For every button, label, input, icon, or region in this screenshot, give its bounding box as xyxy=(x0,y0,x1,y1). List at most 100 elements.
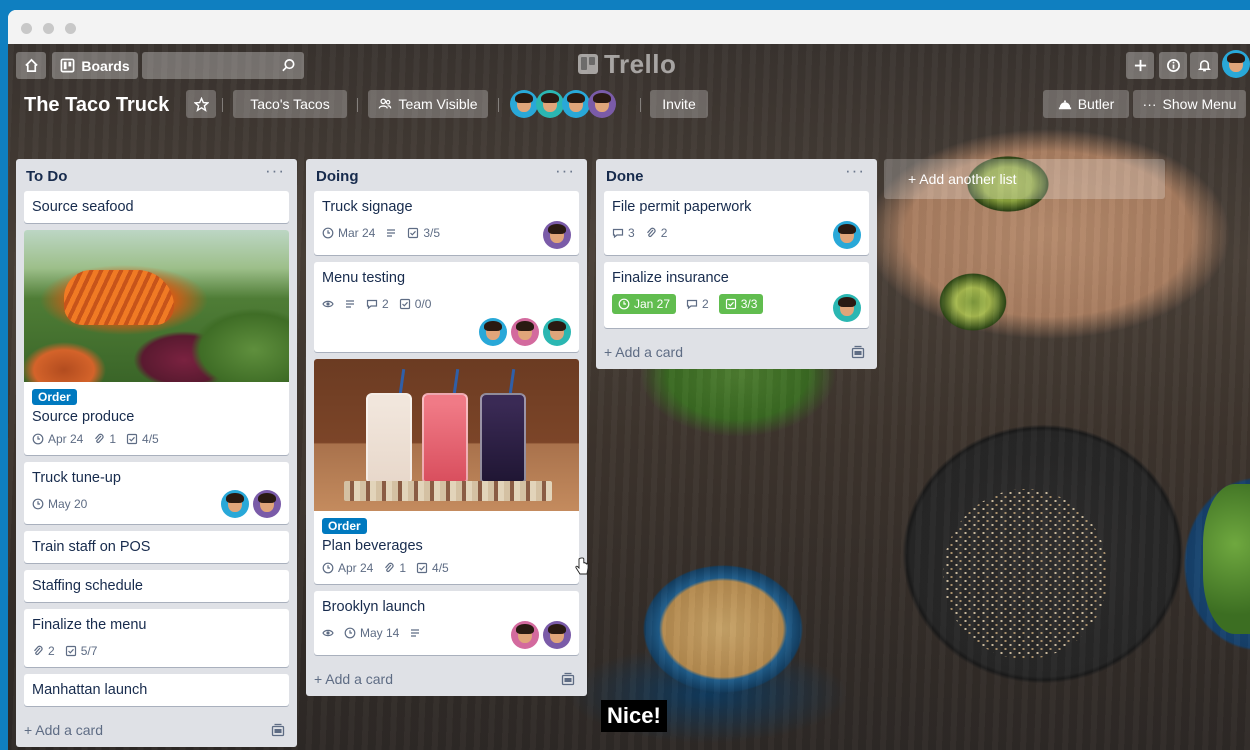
add-list-button[interactable]: + Add another list xyxy=(884,159,1165,199)
member-avatar[interactable] xyxy=(833,221,861,249)
card[interactable]: Menu testing 2 0/0 xyxy=(314,262,579,352)
star-icon xyxy=(193,96,209,112)
butler-label: Butler xyxy=(1077,96,1115,112)
due-complete-badge[interactable]: Jan 27 xyxy=(612,294,677,314)
info-button[interactable] xyxy=(1159,52,1187,79)
window-close-dot[interactable] xyxy=(21,23,32,34)
card-template-icon[interactable] xyxy=(561,672,575,686)
due-badge: Apr 24 xyxy=(322,561,373,575)
notifications-button[interactable] xyxy=(1190,52,1218,79)
card[interactable]: Truck signage Mar 24 3/5 xyxy=(314,191,579,255)
checklist-icon xyxy=(126,433,138,445)
list-to-do: To Do ··· Source seafood Order Source pr… xyxy=(16,159,297,747)
checklist-icon xyxy=(725,298,736,310)
comment-count: 2 xyxy=(702,297,709,311)
list-title[interactable]: Doing xyxy=(316,168,359,185)
create-button[interactable] xyxy=(1126,52,1154,79)
current-user-avatar[interactable] xyxy=(1222,50,1250,78)
attachment-badge: 1 xyxy=(383,561,406,575)
due-date: Mar 24 xyxy=(338,226,376,240)
list-menu-icon[interactable]: ··· xyxy=(555,161,575,181)
member-avatar[interactable] xyxy=(253,490,281,518)
member-avatar[interactable] xyxy=(510,90,538,118)
comment-badge: 3 xyxy=(612,226,635,240)
checklist-count: 3/3 xyxy=(740,297,758,311)
team-button[interactable]: Taco's Tacos xyxy=(233,90,347,118)
card-members xyxy=(833,221,861,249)
due-date: May 14 xyxy=(360,626,400,640)
card[interactable]: Finalize insurance Jan 27 2 3/3 xyxy=(604,262,869,328)
add-card-label: + Add a card xyxy=(24,722,104,738)
card-cover-image xyxy=(314,359,579,511)
card[interactable]: File permit paperwork 3 2 xyxy=(604,191,869,255)
card[interactable]: Order Source produce Apr 24 1 4/5 xyxy=(24,230,289,455)
card-title: Brooklyn launch xyxy=(322,599,426,615)
card[interactable]: Manhattan launch xyxy=(24,674,289,706)
add-card-button[interactable]: + Add a card xyxy=(314,662,579,696)
search-input[interactable] xyxy=(142,52,304,79)
video-caption: Nice! xyxy=(601,700,667,732)
member-avatar[interactable] xyxy=(511,318,539,346)
card[interactable]: Order Plan beverages Apr 24 1 4/5 xyxy=(314,359,579,584)
butler-button[interactable]: Butler xyxy=(1043,90,1129,118)
avatar-hair xyxy=(548,223,566,235)
member-avatar[interactable] xyxy=(543,621,571,649)
card[interactable]: Truck tune-up May 20 xyxy=(24,462,289,524)
card-cover-image xyxy=(24,230,289,382)
tray-decoration xyxy=(344,481,552,501)
search-icon[interactable] xyxy=(281,58,296,73)
due-badge: Mar 24 xyxy=(322,226,375,240)
checklist-badge: 4/5 xyxy=(126,432,159,446)
member-avatar[interactable] xyxy=(221,490,249,518)
app-window: Boards Trello The Taco Truck Taco's Taco… xyxy=(8,10,1250,750)
board-title[interactable]: The Taco Truck xyxy=(24,90,169,120)
member-avatar[interactable] xyxy=(543,221,571,249)
home-button[interactable] xyxy=(16,52,46,79)
window-maximize-dot[interactable] xyxy=(65,23,76,34)
checklist-icon xyxy=(408,227,419,239)
jar-decoration xyxy=(422,393,468,483)
boards-button[interactable]: Boards xyxy=(52,52,138,79)
add-card-label: + Add a card xyxy=(604,344,684,360)
member-avatar[interactable] xyxy=(479,318,507,346)
watching-badge xyxy=(322,627,334,639)
member-avatar[interactable] xyxy=(562,90,590,118)
card[interactable]: Staffing schedule xyxy=(24,570,289,602)
hand-cursor-icon xyxy=(575,557,589,575)
card-badges: 2 5/7 xyxy=(32,641,281,661)
star-board-button[interactable] xyxy=(186,90,216,118)
list-menu-icon[interactable]: ··· xyxy=(845,161,865,181)
member-avatar[interactable] xyxy=(511,621,539,649)
window-minimize-dot[interactable] xyxy=(43,23,54,34)
comment-count: 2 xyxy=(382,297,389,311)
show-menu-button[interactable]: ··· Show Menu xyxy=(1133,90,1246,118)
card[interactable]: Train staff on POS xyxy=(24,531,289,563)
card-title: Truck tune-up xyxy=(32,470,121,486)
list-header: Done ··· xyxy=(604,159,869,191)
card-title: Finalize the menu xyxy=(32,617,147,633)
member-avatar[interactable] xyxy=(543,318,571,346)
card[interactable]: Finalize the menu 2 5/7 xyxy=(24,609,289,667)
card[interactable]: Source seafood xyxy=(24,191,289,223)
visibility-button[interactable]: Team Visible xyxy=(368,90,488,118)
card-template-icon[interactable] xyxy=(851,345,865,359)
header-divider xyxy=(222,98,223,112)
clock-icon xyxy=(344,627,356,639)
list-menu-icon[interactable]: ··· xyxy=(265,161,285,181)
member-avatar[interactable] xyxy=(588,90,616,118)
due-badge: May 14 xyxy=(344,626,399,640)
avatar-hair xyxy=(567,92,585,104)
card[interactable]: Brooklyn launch May 14 xyxy=(314,591,579,655)
eye-icon xyxy=(322,300,334,308)
list-title[interactable]: Done xyxy=(606,168,644,185)
avatar-hair xyxy=(838,296,856,308)
list-title[interactable]: To Do xyxy=(26,168,67,185)
invite-button[interactable]: Invite xyxy=(650,90,708,118)
member-avatar[interactable] xyxy=(833,294,861,322)
trello-logo[interactable]: Trello xyxy=(578,49,676,79)
member-avatar[interactable] xyxy=(536,90,564,118)
avatar-hair xyxy=(258,492,276,504)
card-template-icon[interactable] xyxy=(271,723,285,737)
lettuce-decoration xyxy=(1203,484,1250,634)
add-card-button[interactable]: + Add a card xyxy=(604,335,869,369)
